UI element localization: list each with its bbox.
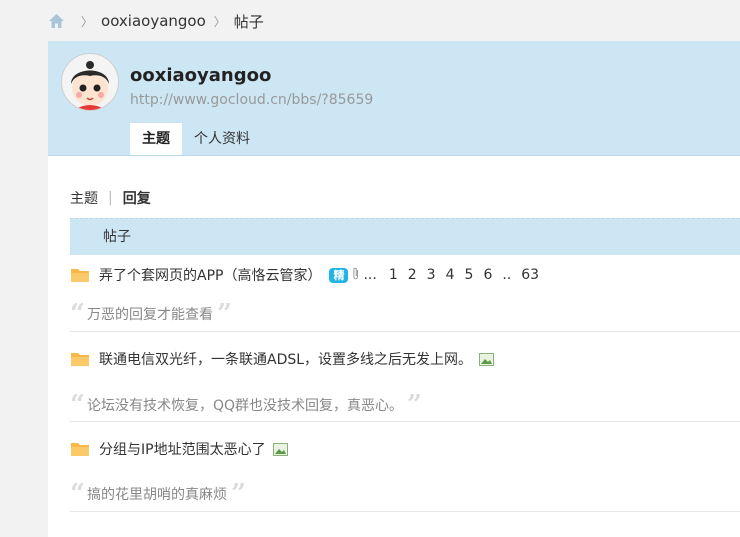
page-link[interactable]: 5	[465, 267, 474, 283]
tab-topics[interactable]: 主题	[130, 123, 182, 155]
page-ellipsis: ..	[502, 267, 512, 283]
pages-ellipsis: ...	[363, 267, 377, 283]
open-quote-icon: “	[70, 390, 85, 420]
thread-row: 弄了个套网页的APP（高恪云管家） 精 ... 1 2 3 4 5 6 .. 6…	[70, 265, 740, 285]
profile-url[interactable]: http://www.gocloud.cn/bbs/?85659	[130, 92, 373, 108]
subtabs: 主题 | 回复	[70, 188, 151, 208]
chevron-right-icon: 〉	[81, 14, 94, 29]
page-link[interactable]: 3	[427, 267, 436, 283]
digest-badge: 精	[329, 267, 349, 283]
thread-row: 分组与IP地址范围太恶心了	[70, 439, 740, 459]
row-divider	[70, 421, 740, 422]
pagination: 1 2 3 4 5 6 .. 63	[389, 267, 549, 283]
folder-icon	[70, 441, 90, 457]
open-quote-icon: “	[70, 299, 85, 329]
page-link[interactable]: 6	[483, 267, 492, 283]
open-quote-icon: “	[70, 479, 85, 509]
image-icon	[479, 352, 495, 366]
profile-header: ooxiaoyangoo http://www.gocloud.cn/bbs/?…	[48, 41, 740, 156]
breadcrumb-user-link[interactable]: ooxiaoyangoo	[101, 12, 206, 30]
subtab-separator: |	[108, 190, 113, 206]
reply-quote: “ 万恶的回复才能查看 ”	[70, 299, 740, 329]
chevron-right-icon: 〉	[213, 14, 226, 29]
reply-quote-text[interactable]: 万恶的回复才能查看	[87, 304, 213, 324]
quote-line: “ 搞的花里胡哨的真麻烦 ”	[70, 479, 740, 509]
close-quote-icon: ”	[407, 390, 422, 420]
page-link[interactable]: 1	[389, 267, 398, 283]
tab-profile[interactable]: 个人资料	[182, 123, 262, 155]
table-header: 帖子	[70, 218, 740, 255]
thread-title-link[interactable]: 弄了个套网页的APP（高恪云管家）	[99, 265, 321, 285]
page-link[interactable]: 63	[521, 267, 539, 283]
avatar[interactable]	[61, 53, 119, 111]
table-header-label: 帖子	[103, 229, 131, 245]
thread-title-link[interactable]: 联通电信双光纤，一条联通ADSL，设置多线之后无发上网。	[99, 349, 472, 369]
breadcrumb-current-page: 帖子	[233, 12, 264, 31]
thread-title-line: 弄了个套网页的APP（高恪云管家） 精 ... 1 2 3 4 5 6 .. 6…	[70, 265, 740, 285]
page-link[interactable]: 4	[446, 267, 455, 283]
thread-title-link[interactable]: 分组与IP地址范围太恶心了	[99, 439, 266, 459]
close-quote-icon: ”	[216, 299, 232, 329]
thread-row: 联通电信双光纤，一条联通ADSL，设置多线之后无发上网。	[70, 349, 740, 369]
main-panel: ooxiaoyangoo http://www.gocloud.cn/bbs/?…	[48, 41, 740, 537]
profile-username: ooxiaoyangoo	[130, 65, 272, 86]
page-link[interactable]: 2	[408, 267, 417, 283]
subtab-topics[interactable]: 主题	[70, 188, 98, 208]
folder-icon	[70, 351, 90, 367]
attachment-icon	[352, 267, 360, 283]
quote-line: “ 论坛没有技术恢复，QQ群也没技术回复，真恶心。 ”	[70, 390, 740, 420]
row-divider	[70, 511, 740, 512]
subtab-replies[interactable]: 回复	[123, 188, 151, 208]
breadcrumb: 〉 ooxiaoyangoo 〉 帖子	[48, 10, 264, 32]
close-quote-icon: ”	[230, 479, 246, 509]
home-icon[interactable]	[48, 13, 65, 29]
reply-quote: “ 论坛没有技术恢复，QQ群也没技术回复，真恶心。 ”	[70, 390, 740, 420]
reply-quote-text[interactable]: 论坛没有技术恢复，QQ群也没技术回复，真恶心。	[87, 395, 403, 415]
reply-quote: “ 搞的花里胡哨的真麻烦 ”	[70, 479, 740, 509]
thread-title-line: 分组与IP地址范围太恶心了	[70, 439, 740, 459]
row-divider	[70, 331, 740, 332]
profile-tabs: 主题 个人资料	[130, 123, 262, 155]
folder-icon	[70, 267, 90, 283]
thread-title-line: 联通电信双光纤，一条联通ADSL，设置多线之后无发上网。	[70, 349, 740, 369]
image-icon	[272, 442, 288, 456]
quote-line: “ 万恶的回复才能查看 ”	[70, 299, 740, 329]
reply-quote-text[interactable]: 搞的花里胡哨的真麻烦	[87, 484, 227, 504]
